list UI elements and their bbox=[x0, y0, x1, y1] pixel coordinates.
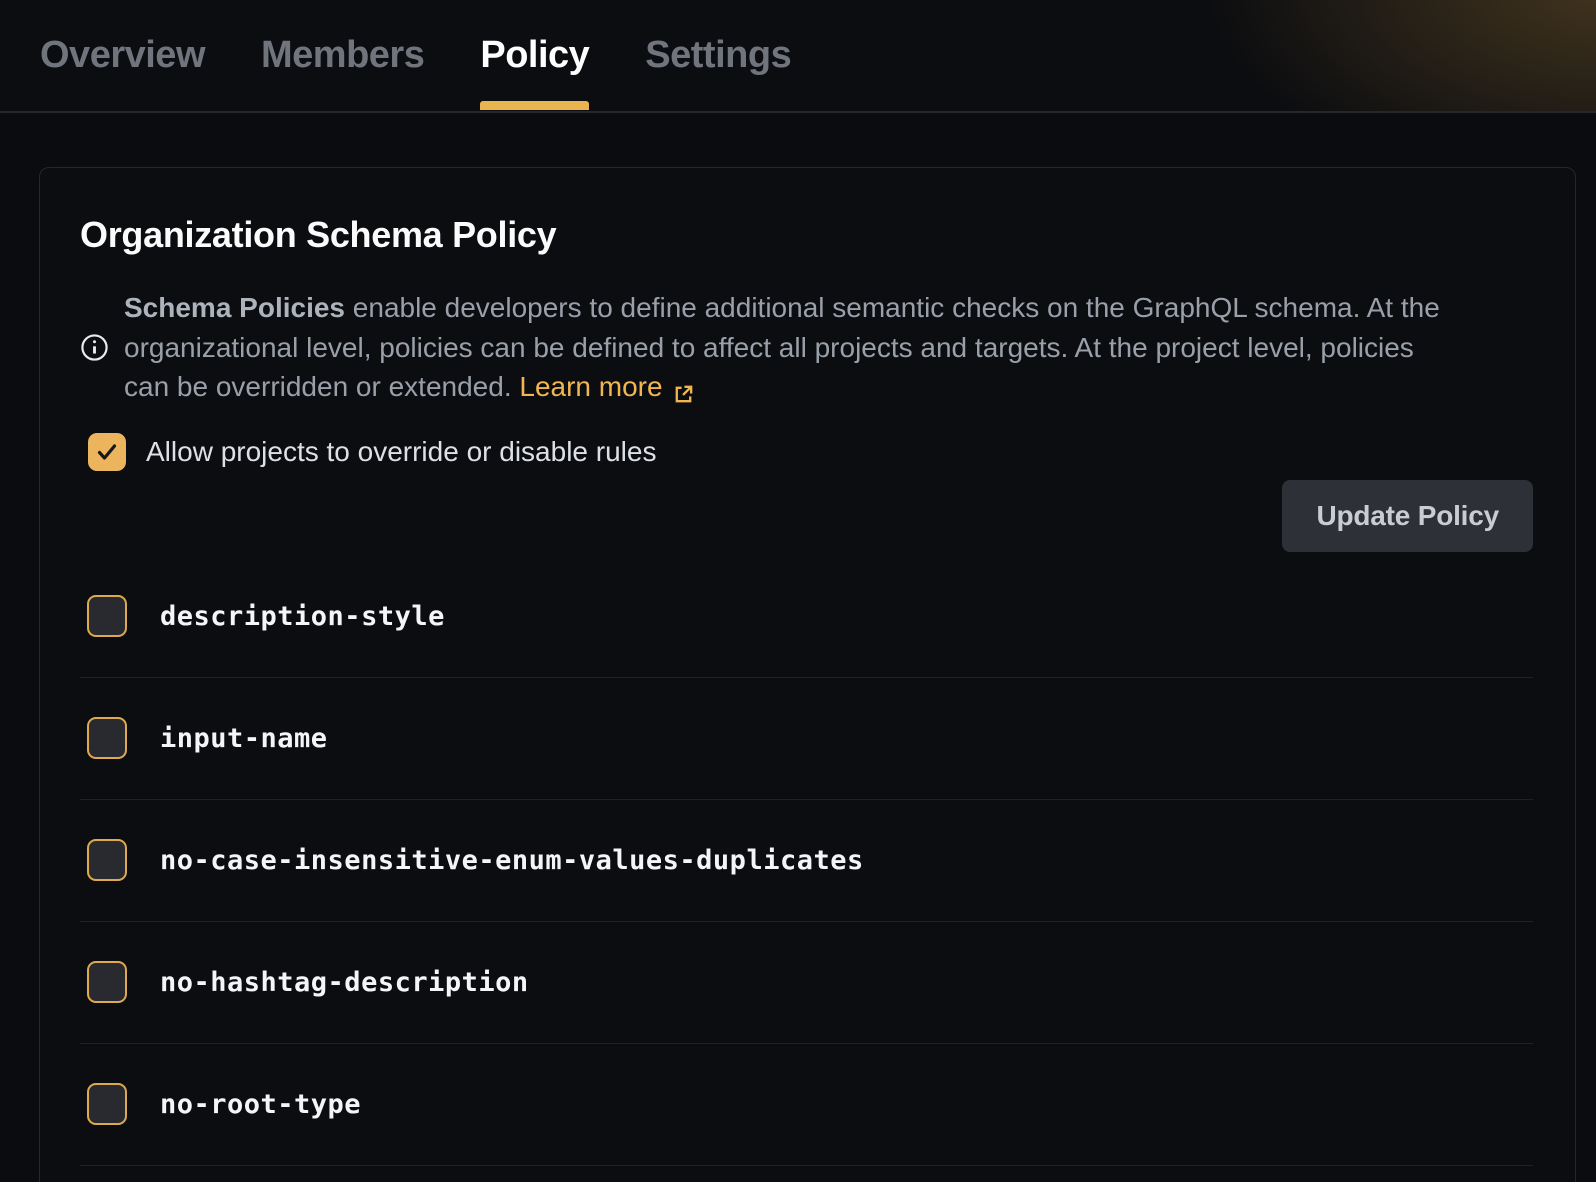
rule-checkbox[interactable] bbox=[87, 839, 127, 881]
tab-overview[interactable]: Overview bbox=[40, 0, 205, 111]
schema-policy-card: Organization Schema Policy Schema Polici… bbox=[39, 167, 1576, 1182]
tab-members[interactable]: Members bbox=[261, 0, 424, 111]
info-circle-icon bbox=[80, 333, 109, 362]
rule-checkbox[interactable] bbox=[87, 961, 127, 1003]
rule-name: no-root-type bbox=[160, 1089, 361, 1120]
rule-row-no-hashtag-description: no-hashtag-description bbox=[80, 922, 1533, 1044]
tab-bar: Overview Members Policy Settings bbox=[0, 0, 1596, 111]
rule-checkbox[interactable] bbox=[87, 717, 127, 759]
rule-checkbox[interactable] bbox=[87, 1083, 127, 1125]
rule-row-no-root-type: no-root-type bbox=[80, 1044, 1533, 1166]
checkmark-icon bbox=[95, 440, 119, 464]
tab-settings[interactable]: Settings bbox=[645, 0, 791, 111]
policy-description-line-3: can be overridden or extended. Learn mor… bbox=[124, 367, 1440, 407]
policy-description-bold: Schema Policies bbox=[124, 292, 345, 323]
learn-more-link[interactable]: Learn more bbox=[519, 367, 694, 407]
update-policy-button[interactable]: Update Policy bbox=[1282, 480, 1533, 552]
rule-checkbox[interactable] bbox=[87, 595, 127, 637]
page-header: Overview Members Policy Settings bbox=[0, 0, 1596, 113]
allow-override-label[interactable]: Allow projects to override or disable ru… bbox=[146, 436, 656, 468]
allow-override-row: Allow projects to override or disable ru… bbox=[80, 433, 1533, 471]
policy-description-line-1: Schema Policies enable developers to def… bbox=[124, 288, 1440, 328]
policy-description: Schema Policies enable developers to def… bbox=[124, 288, 1440, 407]
tab-policy[interactable]: Policy bbox=[480, 0, 589, 111]
rule-name: description-style bbox=[160, 601, 445, 632]
rule-row-input-name: input-name bbox=[80, 678, 1533, 800]
rules-list: description-style input-name no-case-ins… bbox=[80, 556, 1533, 1166]
actions-row: Update Policy bbox=[80, 480, 1533, 552]
rule-row-description-style: description-style bbox=[80, 556, 1533, 678]
rule-name: input-name bbox=[160, 723, 328, 754]
page-title: Organization Schema Policy bbox=[80, 214, 1533, 256]
allow-override-checkbox[interactable] bbox=[88, 433, 126, 471]
external-link-icon bbox=[672, 377, 695, 400]
rule-row-no-case-insensitive-enum-values-duplicates: no-case-insensitive-enum-values-duplicat… bbox=[80, 800, 1533, 922]
rule-name: no-hashtag-description bbox=[160, 967, 529, 998]
rule-name: no-case-insensitive-enum-values-duplicat… bbox=[160, 845, 864, 876]
policy-description-line-2: organizational level, policies can be de… bbox=[124, 328, 1440, 368]
policy-info-callout: Schema Policies enable developers to def… bbox=[80, 288, 1533, 407]
